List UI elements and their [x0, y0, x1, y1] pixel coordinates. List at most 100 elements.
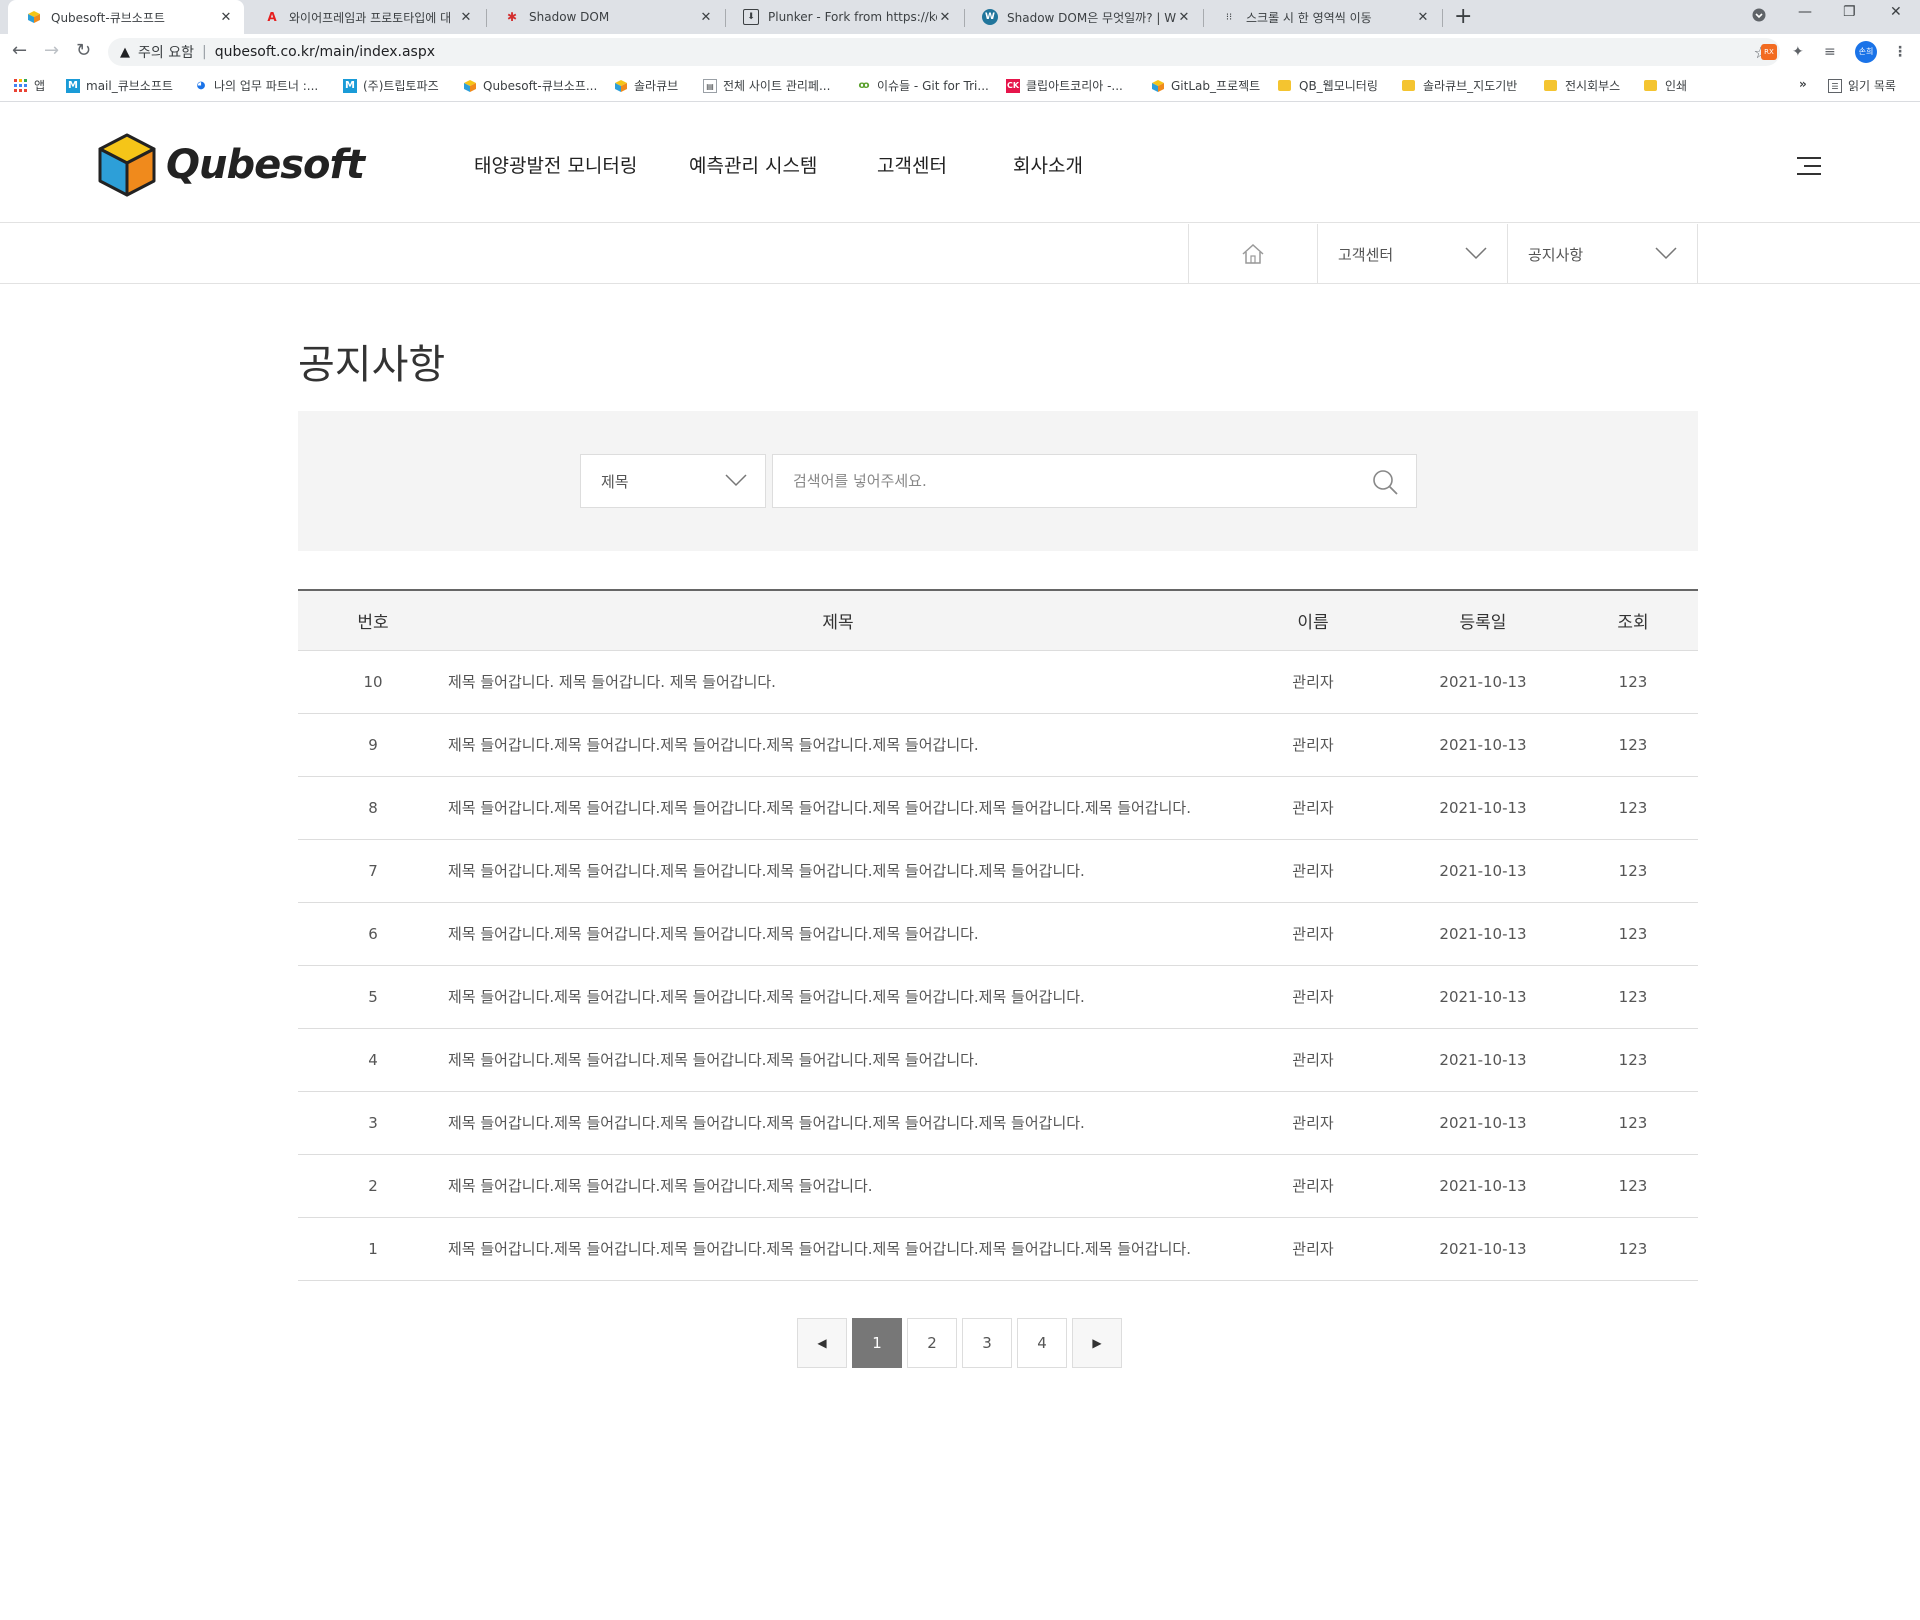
row-no: 4: [298, 1028, 448, 1092]
bookmark-item[interactable]: 전시회부스: [1544, 77, 1620, 94]
bookmark-item[interactable]: ▤ 전체 사이트 관리페...: [703, 77, 830, 94]
bookmark-item[interactable]: M (주)트립토파즈: [343, 77, 439, 94]
bookmark-item[interactable]: M mail_큐브소프트: [66, 77, 173, 94]
table-row[interactable]: 10 제목 들어갑니다. 제목 들어갑니다. 제목 들어갑니다. 관리자 202…: [298, 650, 1698, 714]
close-icon[interactable]: ✕: [458, 10, 474, 25]
row-title-link[interactable]: 제목 들어갑니다.제목 들어갑니다.제목 들어갑니다.제목 들어갑니다.제목 들…: [448, 1028, 1228, 1092]
row-author: 관리자: [1228, 1217, 1398, 1281]
logo-text: Qubesoft: [166, 142, 365, 188]
bookmark-item[interactable]: Qubesoft-큐브소프...: [463, 77, 597, 94]
prev-page-button[interactable]: ◀: [797, 1318, 847, 1368]
browser-tab[interactable]: A 와이어프레임과 프로토타입에 대 ✕: [246, 0, 484, 34]
page-button[interactable]: 3: [962, 1318, 1012, 1368]
page-button[interactable]: 2: [907, 1318, 957, 1368]
row-date: 2021-10-13: [1398, 965, 1568, 1029]
row-title-link[interactable]: 제목 들어갑니다.제목 들어갑니다.제목 들어갑니다.제목 들어갑니다.제목 들…: [448, 839, 1228, 903]
chevron-down-icon: [725, 474, 747, 487]
search-icon[interactable]: [1372, 469, 1398, 495]
forward-arrow-icon[interactable]: →: [44, 40, 59, 61]
gnb-solar-monitoring[interactable]: 태양광발전 모니터링: [474, 151, 637, 178]
gnb-customer-center[interactable]: 고객센터: [877, 151, 947, 178]
close-icon[interactable]: ✕: [1176, 10, 1192, 25]
site-logo[interactable]: Qubesoft: [98, 133, 365, 197]
close-icon[interactable]: ✕: [1415, 10, 1431, 25]
bookmark-item[interactable]: 솔라큐브_지도기반: [1402, 77, 1517, 94]
breadcrumb-level1-select[interactable]: 고객센터: [1318, 224, 1508, 284]
row-title-link[interactable]: 제목 들어갑니다. 제목 들어갑니다. 제목 들어갑니다.: [448, 650, 1228, 714]
bookmark-item[interactable]: 앱: [14, 77, 45, 94]
page-button[interactable]: 4: [1017, 1318, 1067, 1368]
row-title-link[interactable]: 제목 들어갑니다.제목 들어갑니다.제목 들어갑니다.제목 들어갑니다.제목 들…: [448, 1091, 1228, 1155]
search-input[interactable]: [773, 455, 1333, 507]
back-arrow-icon[interactable]: ←: [12, 40, 27, 61]
table-row[interactable]: 1 제목 들어갑니다.제목 들어갑니다.제목 들어갑니다.제목 들어갑니다.제목…: [298, 1217, 1698, 1281]
row-title-link[interactable]: 제목 들어갑니다.제목 들어갑니다.제목 들어갑니다.제목 들어갑니다.: [448, 1154, 1228, 1218]
next-page-button[interactable]: ▶: [1072, 1318, 1122, 1368]
table-row[interactable]: 4 제목 들어갑니다.제목 들어갑니다.제목 들어갑니다.제목 들어갑니다.제목…: [298, 1028, 1698, 1092]
minimize-icon[interactable]: —: [1798, 4, 1812, 20]
bookmark-label: 인쇄: [1665, 79, 1688, 93]
browser-tab[interactable]: ✱ Shadow DOM ✕: [486, 0, 724, 34]
search-field-select[interactable]: 제목: [580, 454, 766, 508]
omnibox[interactable]: ▲ 주의 요함 | qubesoft.co.kr/main/index.aspx…: [108, 38, 1780, 66]
row-no: 6: [298, 902, 448, 966]
table-row[interactable]: 3 제목 들어갑니다.제목 들어갑니다.제목 들어갑니다.제목 들어갑니다.제목…: [298, 1091, 1698, 1155]
browser-tab[interactable]: W Shadow DOM은 무엇일까? | WI ✕: [964, 0, 1202, 34]
browser-tab-strip: Qubesoft-큐브소프트 ✕ A 와이어프레임과 프로토타입에 대 ✕ ✱ …: [0, 0, 1920, 34]
tab-search-icon[interactable]: [1752, 8, 1766, 26]
reload-icon[interactable]: ↻: [76, 40, 91, 61]
window-close-icon[interactable]: ✕: [1890, 4, 1902, 20]
row-title-link[interactable]: 제목 들어갑니다.제목 들어갑니다.제목 들어갑니다.제목 들어갑니다.제목 들…: [448, 713, 1228, 777]
row-views: 123: [1568, 839, 1698, 903]
chevron-down-icon: [1655, 247, 1677, 260]
row-title-link[interactable]: 제목 들어갑니다.제목 들어갑니다.제목 들어갑니다.제목 들어갑니다.제목 들…: [448, 1217, 1228, 1281]
extension-rx-icon[interactable]: RX: [1761, 44, 1777, 60]
row-author: 관리자: [1228, 1028, 1398, 1092]
close-icon[interactable]: ✕: [218, 10, 234, 25]
browser-tab[interactable]: ⁝⁝ 스크롤 시 한 영역씩 이동 ✕: [1203, 0, 1441, 34]
browser-tab[interactable]: ⬇ Plunker - Fork from https://ko.ja ✕: [725, 0, 963, 34]
table-row[interactable]: 8 제목 들어갑니다.제목 들어갑니다.제목 들어갑니다.제목 들어갑니다.제목…: [298, 776, 1698, 840]
reading-list-button[interactable]: ☰ 읽기 목록: [1828, 77, 1896, 94]
row-date: 2021-10-13: [1398, 713, 1568, 777]
bookmark-item[interactable]: ꝏ 이슈들 - Git for Tri...: [857, 77, 988, 94]
breadcrumb-level2-select[interactable]: 공지사항: [1508, 224, 1698, 284]
dots-icon: ⁝⁝: [1225, 11, 1233, 23]
bookmark-item[interactable]: CK 클립아트코리아 -...: [1006, 77, 1123, 94]
table-row[interactable]: 9 제목 들어갑니다.제목 들어갑니다.제목 들어갑니다.제목 들어갑니다.제목…: [298, 713, 1698, 777]
row-title-link[interactable]: 제목 들어갑니다.제목 들어갑니다.제목 들어갑니다.제목 들어갑니다.제목 들…: [448, 776, 1228, 840]
browser-tab[interactable]: Qubesoft-큐브소프트 ✕: [8, 0, 244, 34]
close-icon[interactable]: ✕: [937, 10, 953, 25]
table-row[interactable]: 6 제목 들어갑니다.제목 들어갑니다.제목 들어갑니다.제목 들어갑니다.제목…: [298, 902, 1698, 966]
row-date: 2021-10-13: [1398, 902, 1568, 966]
profile-avatar[interactable]: 손희: [1855, 41, 1877, 63]
table-row[interactable]: 7 제목 들어갑니다.제목 들어갑니다.제목 들어갑니다.제목 들어갑니다.제목…: [298, 839, 1698, 903]
bookmark-item[interactable]: QB_웹모니터링: [1278, 77, 1378, 94]
table-row[interactable]: 5 제목 들어갑니다.제목 들어갑니다.제목 들어갑니다.제목 들어갑니다.제목…: [298, 965, 1698, 1029]
security-label[interactable]: 주의 요함: [138, 42, 194, 62]
url-text[interactable]: qubesoft.co.kr/main/index.aspx: [215, 44, 435, 60]
wordpress-icon: W: [982, 9, 998, 25]
row-title-link[interactable]: 제목 들어갑니다.제목 들어갑니다.제목 들어갑니다.제목 들어갑니다.제목 들…: [448, 902, 1228, 966]
extensions-puzzle-icon[interactable]: ✦: [1792, 44, 1804, 60]
breadcrumb: 고객센터 공지사항: [0, 224, 1920, 284]
menu-kebab-icon[interactable]: ⋮: [1893, 44, 1907, 60]
page-button-current[interactable]: 1: [852, 1318, 902, 1368]
bookmark-item[interactable]: GitLab_프로젝트: [1151, 77, 1260, 94]
new-tab-button[interactable]: +: [1454, 4, 1472, 29]
bookmark-item[interactable]: 솔라큐브: [614, 77, 678, 94]
media-control-icon[interactable]: ≡: [1824, 44, 1836, 60]
close-icon[interactable]: ✕: [698, 10, 714, 25]
bookmarks-overflow-button[interactable]: »: [1799, 77, 1807, 91]
row-author: 관리자: [1228, 713, 1398, 777]
home-button[interactable]: [1188, 224, 1318, 284]
table-row[interactable]: 2 제목 들어갑니다.제목 들어갑니다.제목 들어갑니다.제목 들어갑니다. 관…: [298, 1154, 1698, 1218]
gnb-company[interactable]: 회사소개: [1013, 151, 1083, 178]
bookmark-item[interactable]: ◕ 나의 업무 파트너 :...: [194, 77, 319, 94]
row-title-link[interactable]: 제목 들어갑니다.제목 들어갑니다.제목 들어갑니다.제목 들어갑니다.제목 들…: [448, 965, 1228, 1029]
restore-icon[interactable]: ❐: [1843, 4, 1856, 20]
bookmark-item[interactable]: 인쇄: [1644, 77, 1687, 94]
hamburger-menu-icon[interactable]: [1797, 157, 1821, 181]
gnb-predictive-management[interactable]: 예측관리 시스템: [689, 151, 817, 178]
row-author: 관리자: [1228, 776, 1398, 840]
